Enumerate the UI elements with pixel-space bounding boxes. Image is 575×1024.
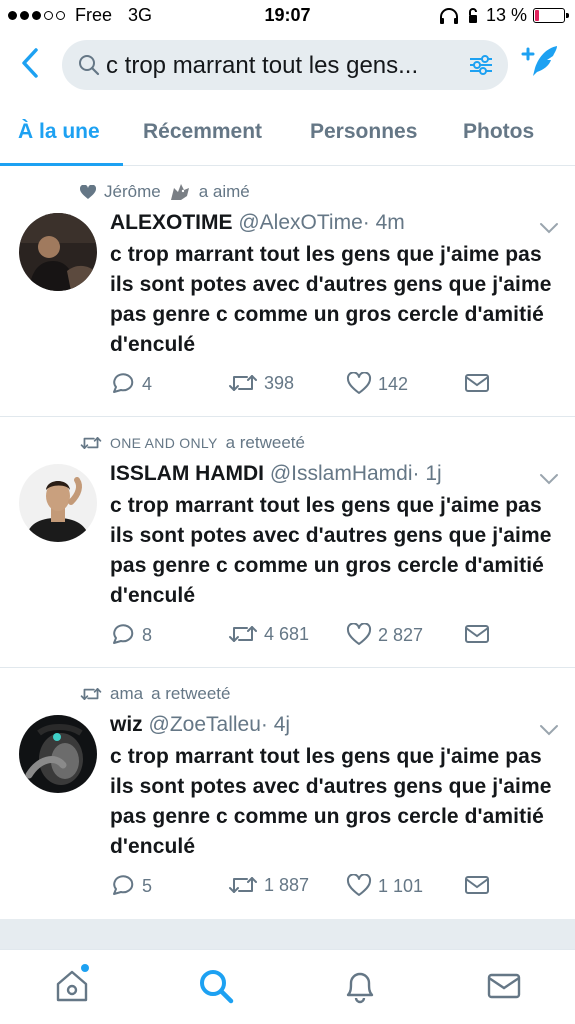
- context-action: a retweeté: [151, 684, 231, 703]
- retweet-icon: [229, 375, 257, 391]
- search-input[interactable]: c trop marrant tout les gens...: [62, 40, 508, 90]
- tweet-time: · 1j: [412, 462, 442, 485]
- retweet-icon: [229, 877, 257, 893]
- battery-icon: [533, 8, 569, 23]
- display-name[interactable]: ISSLAM HAMDI: [110, 462, 264, 485]
- tweet[interactable]: Jérôme a aimé ALEXOTIME @AlexOTime· 4m c…: [0, 166, 575, 417]
- retweet-button[interactable]: 1 887: [228, 874, 309, 896]
- tweet-actions: 5 1 887 1 101: [110, 874, 510, 904]
- bell-icon[interactable]: [342, 968, 378, 1004]
- bottom-tab-bar: [0, 949, 575, 1024]
- user-handle[interactable]: @IsslamHamdi: [270, 462, 413, 485]
- tab-photos[interactable]: Photos: [463, 120, 534, 144]
- notification-dot: [81, 964, 89, 972]
- search-icon: [79, 55, 100, 76]
- chevron-down-icon[interactable]: [539, 473, 559, 485]
- tweet[interactable]: ama a retweeté wiz @ZoeTalleu· 4j c trop…: [0, 668, 575, 919]
- tab-latest[interactable]: Récemment: [143, 120, 262, 144]
- search-icon[interactable]: [198, 968, 234, 1004]
- tab-top[interactable]: À la une: [18, 120, 100, 144]
- tweet[interactable]: ONE AND ONLY a retweeté ISSLAM HAMDI @Is…: [0, 417, 575, 668]
- context-action: a aimé: [198, 182, 250, 201]
- message-icon: [465, 876, 489, 894]
- retweet-button[interactable]: 398: [228, 372, 294, 394]
- battery-level: [535, 10, 539, 21]
- avatar[interactable]: [19, 715, 97, 793]
- avatar[interactable]: [19, 464, 97, 542]
- tweet-actions: 4 398 142: [110, 372, 510, 402]
- status-bar: Free 3G 19:07 13 %: [0, 0, 575, 32]
- chevron-down-icon[interactable]: [539, 724, 559, 736]
- headphones-icon: [439, 7, 458, 24]
- context-action: a retweeté: [225, 433, 305, 452]
- tweet-header: ISSLAM HAMDI @IsslamHamdi· 1j: [110, 462, 442, 486]
- retweet-count: 1 887: [264, 874, 310, 895]
- reply-count: 4: [142, 373, 153, 394]
- heart-icon: [80, 184, 96, 199]
- tweet-header: ALEXOTIME @AlexOTime· 4m: [110, 211, 405, 235]
- like-count: 142: [378, 373, 409, 394]
- user-handle[interactable]: @ZoeTalleu: [149, 713, 261, 736]
- tab-people[interactable]: Personnes: [310, 120, 417, 144]
- retweet-icon: [80, 437, 102, 449]
- tweet-actions: 8 4 681 2 827: [110, 623, 510, 653]
- heart-icon: [346, 874, 372, 896]
- tweet-context: ama a retweeté: [80, 684, 230, 704]
- like-button[interactable]: 142: [346, 372, 408, 396]
- tweet-time: · 4j: [260, 713, 291, 736]
- retweet-button[interactable]: 4 681: [228, 623, 309, 645]
- retweet-icon: [229, 626, 257, 642]
- tweet-text: c trop marrant tout les gens que j'aime …: [110, 745, 552, 858]
- tweet-time: · 4m: [362, 211, 405, 234]
- heart-icon: [346, 623, 372, 645]
- search-query: c trop marrant tout les gens...: [106, 52, 419, 79]
- compose-tweet-icon[interactable]: [517, 42, 561, 82]
- reply-icon: [113, 373, 134, 393]
- battery-percent: 13 %: [485, 5, 527, 25]
- context-user[interactable]: ama: [110, 684, 143, 704]
- reply-icon: [113, 624, 134, 644]
- tweet-header: wiz @ZoeTalleu· 4j: [110, 713, 290, 737]
- message-icon[interactable]: [486, 968, 522, 1004]
- battery-info: 13 %: [438, 5, 569, 26]
- direct-message-button[interactable]: [464, 874, 490, 896]
- like-count: 1 101: [378, 875, 424, 896]
- wolf-emoji-icon: [170, 184, 189, 200]
- tweet-context: Jérôme a aimé: [80, 182, 250, 202]
- avatar[interactable]: [19, 213, 97, 291]
- feed-end-divider: [0, 919, 575, 949]
- reply-count: 5: [142, 875, 153, 896]
- like-button[interactable]: 1 101: [346, 874, 423, 898]
- reply-button[interactable]: 4: [110, 372, 152, 396]
- direct-message-button[interactable]: [464, 372, 490, 394]
- home-icon[interactable]: [54, 968, 90, 1004]
- heart-icon: [346, 372, 372, 394]
- reply-icon: [113, 875, 134, 895]
- like-count: 2 827: [378, 624, 424, 645]
- chevron-down-icon[interactable]: [539, 222, 559, 234]
- retweet-icon: [80, 688, 102, 700]
- message-icon: [465, 374, 489, 392]
- search-tabs: À la une Récemment Personnes Photos: [0, 96, 575, 166]
- tweet-context: ONE AND ONLY a retweeté: [80, 433, 305, 453]
- filter-icon[interactable]: [468, 53, 494, 77]
- user-handle[interactable]: @AlexOTime: [238, 211, 362, 234]
- display-name[interactable]: ALEXOTIME: [110, 211, 233, 234]
- retweet-count: 398: [264, 372, 295, 393]
- context-user[interactable]: ONE AND ONLY: [110, 435, 218, 451]
- alarm-icon: [468, 7, 477, 23]
- reply-button[interactable]: 5: [110, 874, 152, 898]
- message-icon: [465, 625, 489, 643]
- direct-message-button[interactable]: [464, 623, 490, 645]
- reply-count: 8: [142, 624, 153, 645]
- reply-button[interactable]: 8: [110, 623, 152, 647]
- tweet-text: c trop marrant tout les gens que j'aime …: [110, 243, 552, 356]
- retweet-count: 4 681: [264, 623, 310, 644]
- tweet-text: c trop marrant tout les gens que j'aime …: [110, 494, 552, 607]
- search-header: c trop marrant tout les gens...: [0, 32, 575, 96]
- context-user[interactable]: Jérôme: [104, 182, 161, 202]
- display-name[interactable]: wiz: [110, 713, 143, 736]
- back-icon[interactable]: [16, 46, 46, 80]
- like-button[interactable]: 2 827: [346, 623, 423, 647]
